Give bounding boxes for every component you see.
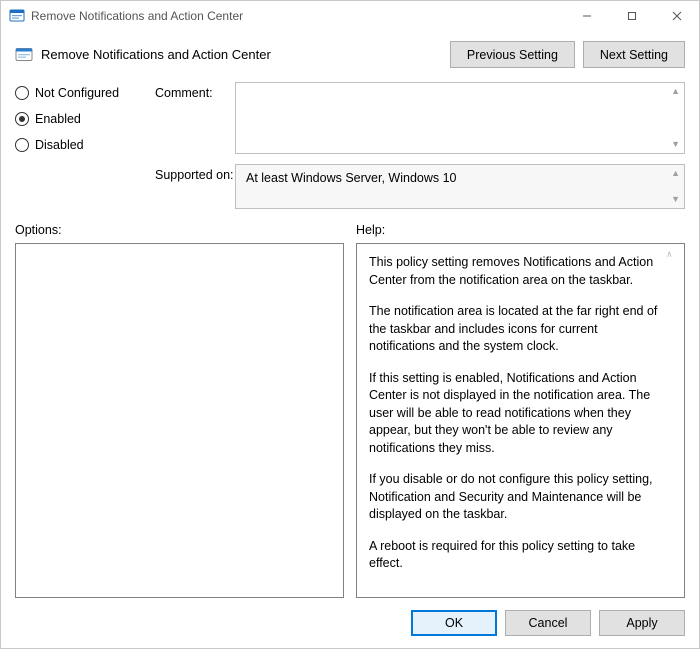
close-button[interactable] — [654, 1, 699, 31]
state-not-configured[interactable]: Not Configured — [15, 86, 155, 100]
apply-button[interactable]: Apply — [599, 610, 685, 636]
header-row: Remove Notifications and Action Center P… — [15, 41, 685, 68]
help-paragraph: This policy setting removes Notification… — [369, 254, 662, 289]
policy-icon — [15, 46, 33, 64]
help-paragraph: If this setting is enabled, Notification… — [369, 370, 662, 458]
help-paragraph: A reboot is required for this policy set… — [369, 538, 662, 573]
maximize-button[interactable] — [609, 1, 654, 31]
previous-setting-button[interactable]: Previous Setting — [450, 41, 575, 68]
state-group: Not Configured Enabled Disabled — [15, 82, 155, 152]
comment-label: Comment: — [155, 82, 235, 100]
help-panel: This policy setting removes Notification… — [356, 243, 685, 598]
options-label: Options: — [15, 223, 344, 237]
section-labels: Options: Help: — [15, 223, 685, 237]
content: Remove Notifications and Action Center P… — [1, 31, 699, 648]
help-scrollbar[interactable]: ∧ — [666, 248, 680, 593]
minimize-button[interactable] — [564, 1, 609, 31]
supported-value: At least Windows Server, Windows 10 — [246, 171, 457, 185]
scroll-up-icon: ▲ — [671, 87, 680, 96]
state-enabled[interactable]: Enabled — [15, 112, 155, 126]
state-disabled[interactable]: Disabled — [15, 138, 155, 152]
radio-icon — [15, 86, 29, 100]
radio-label: Not Configured — [35, 86, 119, 100]
supported-field: At least Windows Server, Windows 10 ▲ ▼ — [235, 164, 685, 209]
help-paragraph: The notification area is located at the … — [369, 303, 662, 356]
help-label: Help: — [356, 223, 685, 237]
ok-button[interactable]: OK — [411, 610, 497, 636]
app-icon — [9, 8, 25, 24]
cancel-button[interactable]: Cancel — [505, 610, 591, 636]
footer-buttons: OK Cancel Apply — [15, 598, 685, 636]
scroll-up-icon: ▲ — [671, 169, 680, 178]
radio-label: Disabled — [35, 138, 84, 152]
options-panel — [15, 243, 344, 598]
radio-label: Enabled — [35, 112, 81, 126]
comment-field[interactable]: ▲ ▼ — [235, 82, 685, 154]
panels: This policy setting removes Notification… — [15, 243, 685, 598]
radio-icon — [15, 112, 29, 126]
help-paragraph: If you disable or do not configure this … — [369, 471, 662, 524]
policy-title: Remove Notifications and Action Center — [41, 47, 442, 62]
titlebar: Remove Notifications and Action Center — [1, 1, 699, 31]
window-buttons — [564, 1, 699, 31]
next-setting-button[interactable]: Next Setting — [583, 41, 685, 68]
scroll-down-icon: ▼ — [671, 140, 680, 149]
window-title: Remove Notifications and Action Center — [31, 9, 564, 23]
scroll-down-icon: ▼ — [671, 195, 680, 204]
help-text: This policy setting removes Notification… — [369, 254, 662, 587]
top-grid: Not Configured Enabled Disabled Comment:… — [15, 82, 685, 209]
radio-icon — [15, 138, 29, 152]
scroll-up-icon: ∧ — [666, 248, 680, 261]
supported-label: Supported on: — [155, 164, 235, 182]
